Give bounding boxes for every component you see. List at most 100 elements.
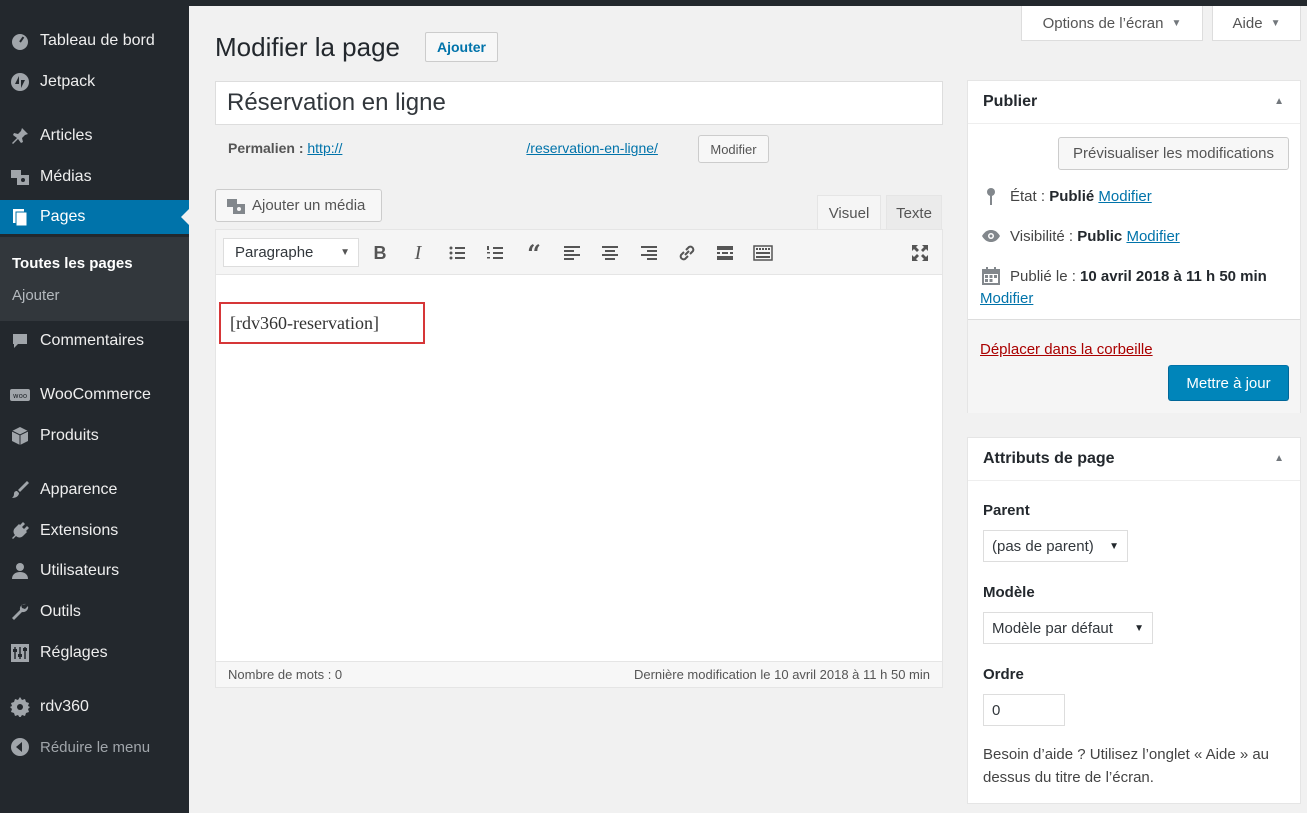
sidebar-item-tools[interactable]: Outils <box>0 595 189 629</box>
edit-date-link[interactable]: Modifier <box>980 290 1033 307</box>
sidebar-item-products[interactable]: Produits <box>0 419 189 453</box>
calendar-icon <box>980 266 1002 286</box>
order-label: Ordre <box>983 666 1024 683</box>
screen-options-button[interactable]: Options de l’écran ▼ <box>1021 6 1203 41</box>
sidebar-item-dashboard[interactable]: Tableau de bord <box>0 24 189 58</box>
svg-text:woo: woo <box>13 392 27 400</box>
submenu-add-page[interactable]: Ajouter <box>12 287 60 304</box>
caret-down-icon: ▼ <box>1134 622 1144 634</box>
preview-changes-button[interactable]: Prévisualiser les modifications <box>1058 137 1289 170</box>
jetpack-icon <box>0 72 40 92</box>
publish-box-header[interactable]: Publier ▲ <box>968 81 1300 124</box>
settings-icon <box>0 643 40 663</box>
published-value: 10 avril 2018 à 11 h 50 min <box>1080 267 1267 285</box>
collapse-menu-button[interactable]: Réduire le menu <box>0 730 189 764</box>
parent-select-value: (pas de parent) <box>992 537 1094 555</box>
parent-select[interactable]: (pas de parent) ▼ <box>983 530 1128 562</box>
pin-icon <box>980 186 1002 206</box>
last-modified: Dernière modification le 10 avril 2018 à… <box>633 667 930 682</box>
sidebar-item-settings[interactable]: Réglages <box>0 636 189 670</box>
sidebar-item-label: Pages <box>40 208 86 225</box>
sidebar-item-label: WooCommerce <box>40 386 151 403</box>
screen-options-label: Options de l’écran <box>1042 14 1164 32</box>
pin-icon <box>0 126 40 146</box>
tab-text[interactable]: Texte <box>886 195 942 230</box>
sidebar-item-label: Médias <box>40 168 92 185</box>
sidebar-item-comments[interactable]: Commentaires <box>0 324 189 358</box>
link-icon[interactable] <box>674 240 700 266</box>
parent-label: Parent <box>983 502 1030 519</box>
sidebar-item-rdv360[interactable]: rdv360 <box>0 690 189 724</box>
fullscreen-icon[interactable] <box>907 240 933 266</box>
sidebar-item-label: Commentaires <box>40 332 145 349</box>
add-new-page-button[interactable]: Ajouter <box>425 32 498 62</box>
collapse-arrow-icon[interactable]: ▲ <box>1274 96 1284 107</box>
comment-icon <box>0 331 40 351</box>
page-attributes-header[interactable]: Attributs de page ▲ <box>968 438 1300 481</box>
caret-down-icon: ▼ <box>340 247 350 258</box>
editor-content-area[interactable]: [rdv360-reservation] <box>216 276 942 661</box>
status-row: État : Publié Modifier <box>980 186 1152 206</box>
submenu-all-pages[interactable]: Toutes les pages <box>12 255 133 272</box>
align-left-icon[interactable] <box>559 240 585 266</box>
editor-statusbar: Nombre de mots : 0 Dernière modification… <box>216 661 942 687</box>
eye-icon <box>980 226 1002 246</box>
page-attributes-box: Attributs de page ▲ Parent (pas de paren… <box>967 437 1301 804</box>
edit-visibility-link[interactable]: Modifier <box>1126 228 1179 245</box>
collapse-menu-label: Réduire le menu <box>40 738 151 756</box>
sidebar-item-plugins[interactable]: Extensions <box>0 514 189 548</box>
permalink: Permalien : http:// /reservation-en-lign… <box>228 140 658 156</box>
collapse-arrow-icon[interactable]: ▲ <box>1274 453 1284 464</box>
visibility-label: Visibilité : <box>1010 227 1074 245</box>
caret-down-icon: ▼ <box>1270 17 1281 29</box>
sidebar-item-woocommerce[interactable]: woo WooCommerce <box>0 378 189 412</box>
read-more-icon[interactable] <box>712 240 738 266</box>
sidebar-item-label: Apparence <box>40 481 118 498</box>
permalink-base-link[interactable]: http:// <box>307 140 342 156</box>
align-center-icon[interactable] <box>597 240 623 266</box>
sidebar-item-articles[interactable]: Articles <box>0 119 189 153</box>
gear-icon <box>0 697 40 717</box>
italic-icon[interactable]: I <box>405 240 431 266</box>
page-title: Modifier la page <box>215 32 400 62</box>
align-right-icon[interactable] <box>636 240 662 266</box>
toolbar-toggle-icon[interactable] <box>750 240 776 266</box>
published-label: Publié le : <box>1010 267 1076 285</box>
caret-down-icon: ▼ <box>1109 540 1119 552</box>
help-label: Aide <box>1232 14 1263 32</box>
template-select-value: Modèle par défaut <box>992 619 1113 637</box>
sidebar-item-label: Jetpack <box>40 73 96 90</box>
content-editor: Paragraphe ▼ B I “ [rdv360-reservation] … <box>215 229 943 688</box>
permalink-label: Permalien : <box>228 140 304 156</box>
plugin-icon <box>0 521 40 541</box>
sidebar-item-pages[interactable]: Pages <box>0 200 189 234</box>
template-select[interactable]: Modèle par défaut ▼ <box>983 612 1153 644</box>
edit-status-link[interactable]: Modifier <box>1098 188 1151 205</box>
tab-visual[interactable]: Visuel <box>817 195 881 230</box>
order-input[interactable]: 0 <box>983 694 1065 726</box>
blockquote-icon[interactable]: “ <box>521 239 547 268</box>
update-button[interactable]: Mettre à jour <box>1168 365 1289 401</box>
add-media-button[interactable]: Ajouter un média <box>215 189 382 222</box>
publish-actions: Déplacer dans la corbeille Mettre à jour <box>968 319 1300 413</box>
post-title-input[interactable]: Réservation en ligne <box>215 81 943 125</box>
move-to-trash-link[interactable]: Déplacer dans la corbeille <box>980 341 1153 358</box>
caret-down-icon: ▼ <box>1171 17 1182 29</box>
sidebar-item-medias[interactable]: Médias <box>0 160 189 194</box>
word-count: Nombre de mots : 0 <box>228 667 343 682</box>
numbered-list-icon[interactable] <box>482 240 508 266</box>
permalink-slug-link[interactable]: /reservation-en-ligne/ <box>526 140 658 156</box>
visibility-value: Public <box>1077 227 1123 245</box>
permalink-edit-button[interactable]: Modifier <box>698 135 769 163</box>
format-select[interactable]: Paragraphe ▼ <box>223 238 359 267</box>
help-button[interactable]: Aide ▼ <box>1212 6 1301 41</box>
status-value: Publié <box>1049 187 1095 205</box>
bold-icon[interactable]: B <box>367 240 393 266</box>
bullet-list-icon[interactable] <box>444 240 470 266</box>
page-attributes-title: Attributs de page <box>983 450 1115 467</box>
sidebar-item-label: Utilisateurs <box>40 562 120 579</box>
sidebar-item-users[interactable]: Utilisateurs <box>0 554 189 588</box>
brush-icon <box>0 480 40 500</box>
sidebar-item-jetpack[interactable]: Jetpack <box>0 65 189 99</box>
sidebar-item-appearance[interactable]: Apparence <box>0 473 189 507</box>
